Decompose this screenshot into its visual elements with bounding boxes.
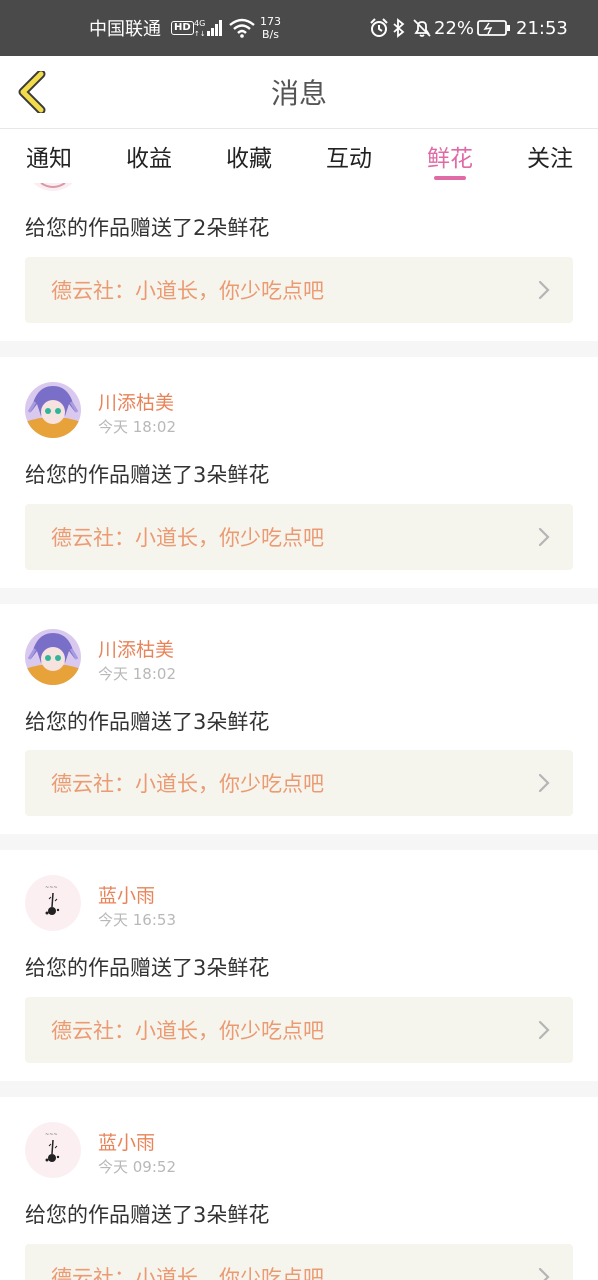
tab-follows[interactable]: 关注 [500, 129, 598, 183]
page-title: 消息 [270, 77, 327, 110]
timestamp: 今天 09:52 [98, 1158, 176, 1176]
list-item: 川添枯美 今天 18:02 给您的作品赠送了3朵鲜花 德云社：小道长，你少吃点吧 [0, 357, 598, 588]
work-link[interactable]: 德云社：小道长，你少吃点吧 [25, 257, 573, 323]
tab-favorites[interactable]: 收藏 [199, 129, 299, 183]
divider [0, 341, 598, 357]
timestamp: 今天 16:53 [98, 911, 176, 929]
list-item: 川添枯美 今天 18:02 给您的作品赠送了3朵鲜花 德云社：小道长，你少吃点吧 [0, 604, 598, 835]
message-text: 给您的作品赠送了3朵鲜花 [25, 463, 270, 487]
divider [0, 588, 598, 604]
divider [0, 1081, 598, 1097]
list-item: ~~~ 蓝小雨 今天 16:53 给您的作品赠送了3朵鲜花 德云社：小道长，你少… [0, 850, 598, 1081]
list-item: 给您的作品赠送了2朵鲜花 德云社：小道长，你少吃点吧 [0, 183, 598, 341]
work-link[interactable]: 德云社：小道长，你少吃点吧 [25, 1244, 573, 1280]
message-text: 给您的作品赠送了3朵鲜花 [25, 710, 270, 734]
bluetooth-icon [392, 0, 406, 56]
avatar[interactable] [25, 629, 81, 685]
avatar[interactable] [25, 183, 81, 191]
tab-bar: 通知 收益 收藏 互动 鲜花 关注 [0, 129, 598, 183]
work-title: 德云社：小道长，你少吃点吧 [51, 279, 324, 303]
svg-text:4G: 4G [194, 19, 205, 28]
user-name[interactable]: 川添枯美 [98, 388, 174, 415]
clock: 21:53 [516, 17, 568, 39]
tab-earnings[interactable]: 收益 [99, 129, 199, 183]
divider [0, 834, 598, 850]
avatar[interactable]: ~~~ [25, 1122, 81, 1178]
chevron-right-icon [538, 280, 550, 300]
chevron-right-icon [538, 527, 550, 547]
message-list[interactable]: 给您的作品赠送了2朵鲜花 德云社：小道长，你少吃点吧 川添枯美 今天 18:02… [0, 183, 598, 1280]
chevron-right-icon [538, 1020, 550, 1040]
work-title: 德云社：小道长，你少吃点吧 [51, 526, 324, 550]
timestamp: 今天 18:02 [98, 665, 176, 683]
work-title: 德云社：小道长，你少吃点吧 [51, 772, 324, 796]
hd-badge: HD [171, 0, 194, 56]
avatar[interactable] [25, 382, 81, 438]
chevron-right-icon [538, 1267, 550, 1280]
chevron-right-icon [538, 773, 550, 793]
work-title: 德云社：小道长，你少吃点吧 [51, 1019, 324, 1043]
mute-bell-icon [412, 0, 432, 56]
status-bar: 中国联通 HD 4G ↑↓ 173 B/s 22% 21:53 [0, 0, 598, 56]
message-text: 给您的作品赠送了3朵鲜花 [25, 956, 270, 980]
carrier-label: 中国联通 [89, 19, 161, 40]
timestamp: 今天 18:02 [98, 418, 176, 436]
work-title: 德云社：小道长，你少吃点吧 [51, 1266, 324, 1280]
svg-text:~~~: ~~~ [45, 885, 58, 891]
avatar[interactable]: ~~~ [25, 875, 81, 931]
message-text: 给您的作品赠送了2朵鲜花 [25, 216, 270, 240]
signal-icon: 4G ↑↓ [194, 0, 224, 56]
user-name[interactable]: 蓝小雨 [98, 1128, 155, 1155]
user-name[interactable]: 蓝小雨 [98, 881, 155, 908]
svg-text:↑↓: ↑↓ [194, 30, 206, 38]
work-link[interactable]: 德云社：小道长，你少吃点吧 [25, 504, 573, 570]
battery-percent: 22% [434, 17, 475, 39]
user-name[interactable]: 川添枯美 [98, 635, 174, 662]
work-link[interactable]: 德云社：小道长，你少吃点吧 [25, 997, 573, 1063]
tab-notifications[interactable]: 通知 [0, 129, 99, 183]
active-tab-indicator [434, 176, 466, 180]
battery-icon [477, 0, 511, 56]
title-bar: 消息 [0, 56, 598, 129]
tab-interactions[interactable]: 互动 [299, 129, 399, 183]
network-speed: 173 B/s [260, 15, 281, 41]
tab-flowers[interactable]: 鲜花 [400, 129, 500, 183]
work-link[interactable]: 德云社：小道长，你少吃点吧 [25, 750, 573, 816]
list-item: ~~~ 蓝小雨 今天 09:52 给您的作品赠送了3朵鲜花 德云社：小道长，你少… [0, 1097, 598, 1280]
alarm-icon [369, 0, 389, 56]
wifi-icon [229, 0, 255, 56]
svg-text:~~~: ~~~ [45, 1132, 58, 1138]
message-text: 给您的作品赠送了3朵鲜花 [25, 1203, 270, 1227]
